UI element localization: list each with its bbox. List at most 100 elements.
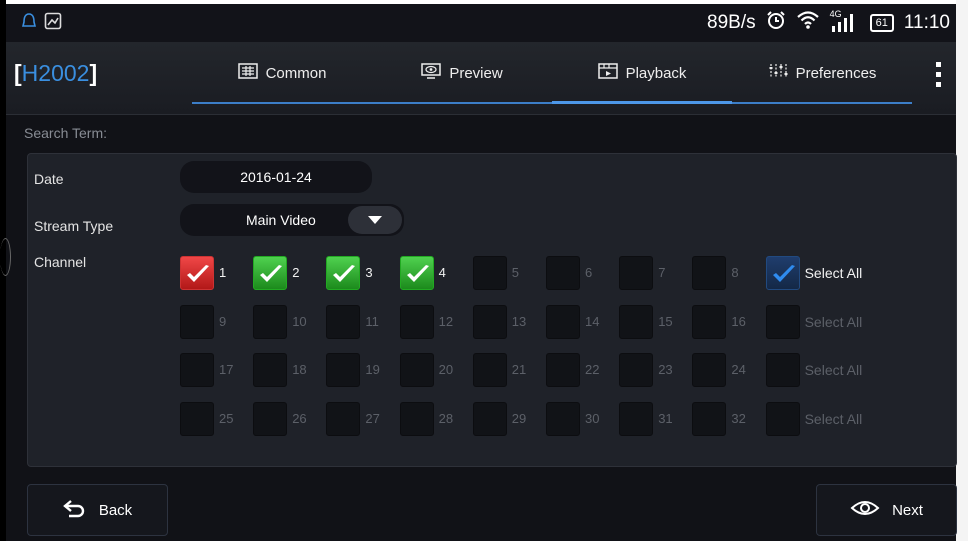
channel-number: 10 [292,313,307,329]
channel-checkbox-9[interactable]: 9 [180,304,226,339]
channel-number: 25 [219,410,234,426]
channel-checkbox-13[interactable]: 13 [472,304,526,339]
checkbox-box [472,401,507,436]
channel-checkbox-17[interactable]: 17 [180,353,233,387]
checkbox-box [765,401,800,436]
stream-type-value: Main Video [246,212,316,228]
tab-underline-active [552,101,732,104]
signal-icon: 4G [830,9,860,34]
channel-checkbox-28[interactable]: 28 [399,401,453,436]
select-all-checkbox[interactable]: Select All [765,401,862,436]
channel-checkbox-20[interactable]: 20 [399,353,453,387]
channel-checkbox-14[interactable]: 14 [546,304,599,339]
channel-checkbox-7[interactable]: 7 [619,256,665,290]
next-button[interactable]: Next [816,484,957,536]
select-all-checkbox[interactable]: Select All [765,256,862,290]
select-all-checkbox[interactable]: Select All [765,353,862,387]
tab-underline [192,102,372,104]
channel-checkbox-19[interactable]: 19 [326,353,380,387]
more-vert-icon[interactable] [936,62,942,92]
channel-checkbox-24[interactable]: 24 [692,353,746,387]
checkbox-box [692,256,727,290]
channel-number: 13 [511,313,527,329]
checkbox-box [472,256,507,290]
checkbox-box [692,353,727,387]
channel-checkbox-15[interactable]: 15 [619,304,673,339]
checkbox-box [765,353,800,387]
channel-checkbox-18[interactable]: 18 [253,353,307,387]
checkbox-box [472,353,507,387]
channel-number: 3 [365,265,373,280]
channel-checkbox-27[interactable]: 27 [326,401,380,436]
channel-number: 2 [292,265,300,280]
checkbox-box [180,256,214,290]
channel-checkbox-31[interactable]: 31 [619,401,673,436]
stream-type-select[interactable]: Main Video [180,204,404,236]
channel-number: 15 [658,313,673,329]
tab-preview[interactable]: Preview [372,42,552,104]
channel-number: 18 [292,362,307,377]
checkbox-box [326,401,361,436]
select-all-label: Select All [804,265,863,281]
channel-checkbox-21[interactable]: 21 [472,353,526,387]
tab-label: Common [265,64,327,82]
back-button[interactable]: Back [27,484,168,536]
channel-checkbox-1[interactable]: 1 [180,256,226,290]
channel-checkbox-10[interactable]: 10 [253,304,307,339]
select-all-label: Select All [804,410,863,427]
channel-number: 1 [219,265,227,280]
network-speed: 89B/s [707,12,756,33]
search-term-heading: Search Term: [24,125,107,141]
checkbox-box [546,304,580,339]
channel-checkbox-23[interactable]: 23 [619,353,673,387]
channel-checkbox-2[interactable]: 2 [253,256,299,290]
tab-label: Preview [449,64,503,82]
date-field[interactable]: 2016-01-24 [180,161,372,193]
channel-checkbox-4[interactable]: 4 [399,256,446,290]
select-all-label: Select All [804,362,863,378]
channel-number: 31 [658,410,673,426]
channel-checkbox-32[interactable]: 32 [692,401,746,436]
channel-checkbox-5[interactable]: 5 [472,256,519,290]
channel-checkbox-8[interactable]: 8 [692,256,739,290]
tab-common[interactable]: Common [192,42,372,104]
checkbox-box [399,353,434,387]
tab-preferences[interactable]: Preferences [732,42,912,104]
film-icon [597,63,618,83]
channel-number: 24 [731,362,746,377]
channel-checkbox-11[interactable]: 11 [326,304,379,339]
checkbox-box [472,304,507,339]
date-value: 2016-01-24 [240,169,312,185]
checkbox-box [546,401,580,436]
checkbox-box [399,256,434,290]
channel-checkbox-3[interactable]: 3 [326,256,373,290]
channel-checkbox-16[interactable]: 16 [692,304,746,339]
channel-checkbox-30[interactable]: 30 [546,401,599,436]
channel-checkbox-26[interactable]: 26 [253,401,307,436]
channel-checkbox-12[interactable]: 12 [399,304,453,339]
channel-number: 29 [511,410,527,426]
channel-number: 19 [365,362,380,377]
channel-number: 28 [438,410,454,426]
checkmark-icon [405,263,431,290]
checkbox-box [619,353,654,387]
tab-playback[interactable]: Playback [552,42,732,104]
channel-checkbox-29[interactable]: 29 [472,401,526,436]
checkbox-box [546,353,580,387]
channel-checkbox-22[interactable]: 22 [546,353,599,387]
clock: 11:10 [903,12,950,33]
checkbox-box [326,304,361,339]
wifi-icon [796,10,820,36]
table-icon [237,63,258,83]
channel-number: 6 [585,265,593,280]
channel-number: 4 [438,265,446,280]
channel-checkbox-25[interactable]: 25 [180,401,233,436]
channel-checkbox-6[interactable]: 6 [546,256,592,290]
channel-number: 27 [365,410,380,426]
checkbox-box [692,401,727,436]
channel-number: 17 [219,362,234,377]
dropdown-button[interactable] [348,206,402,234]
checkmark-icon [185,263,211,290]
stream-type-label: Stream Type [34,218,114,234]
select-all-checkbox[interactable]: Select All [765,304,862,339]
